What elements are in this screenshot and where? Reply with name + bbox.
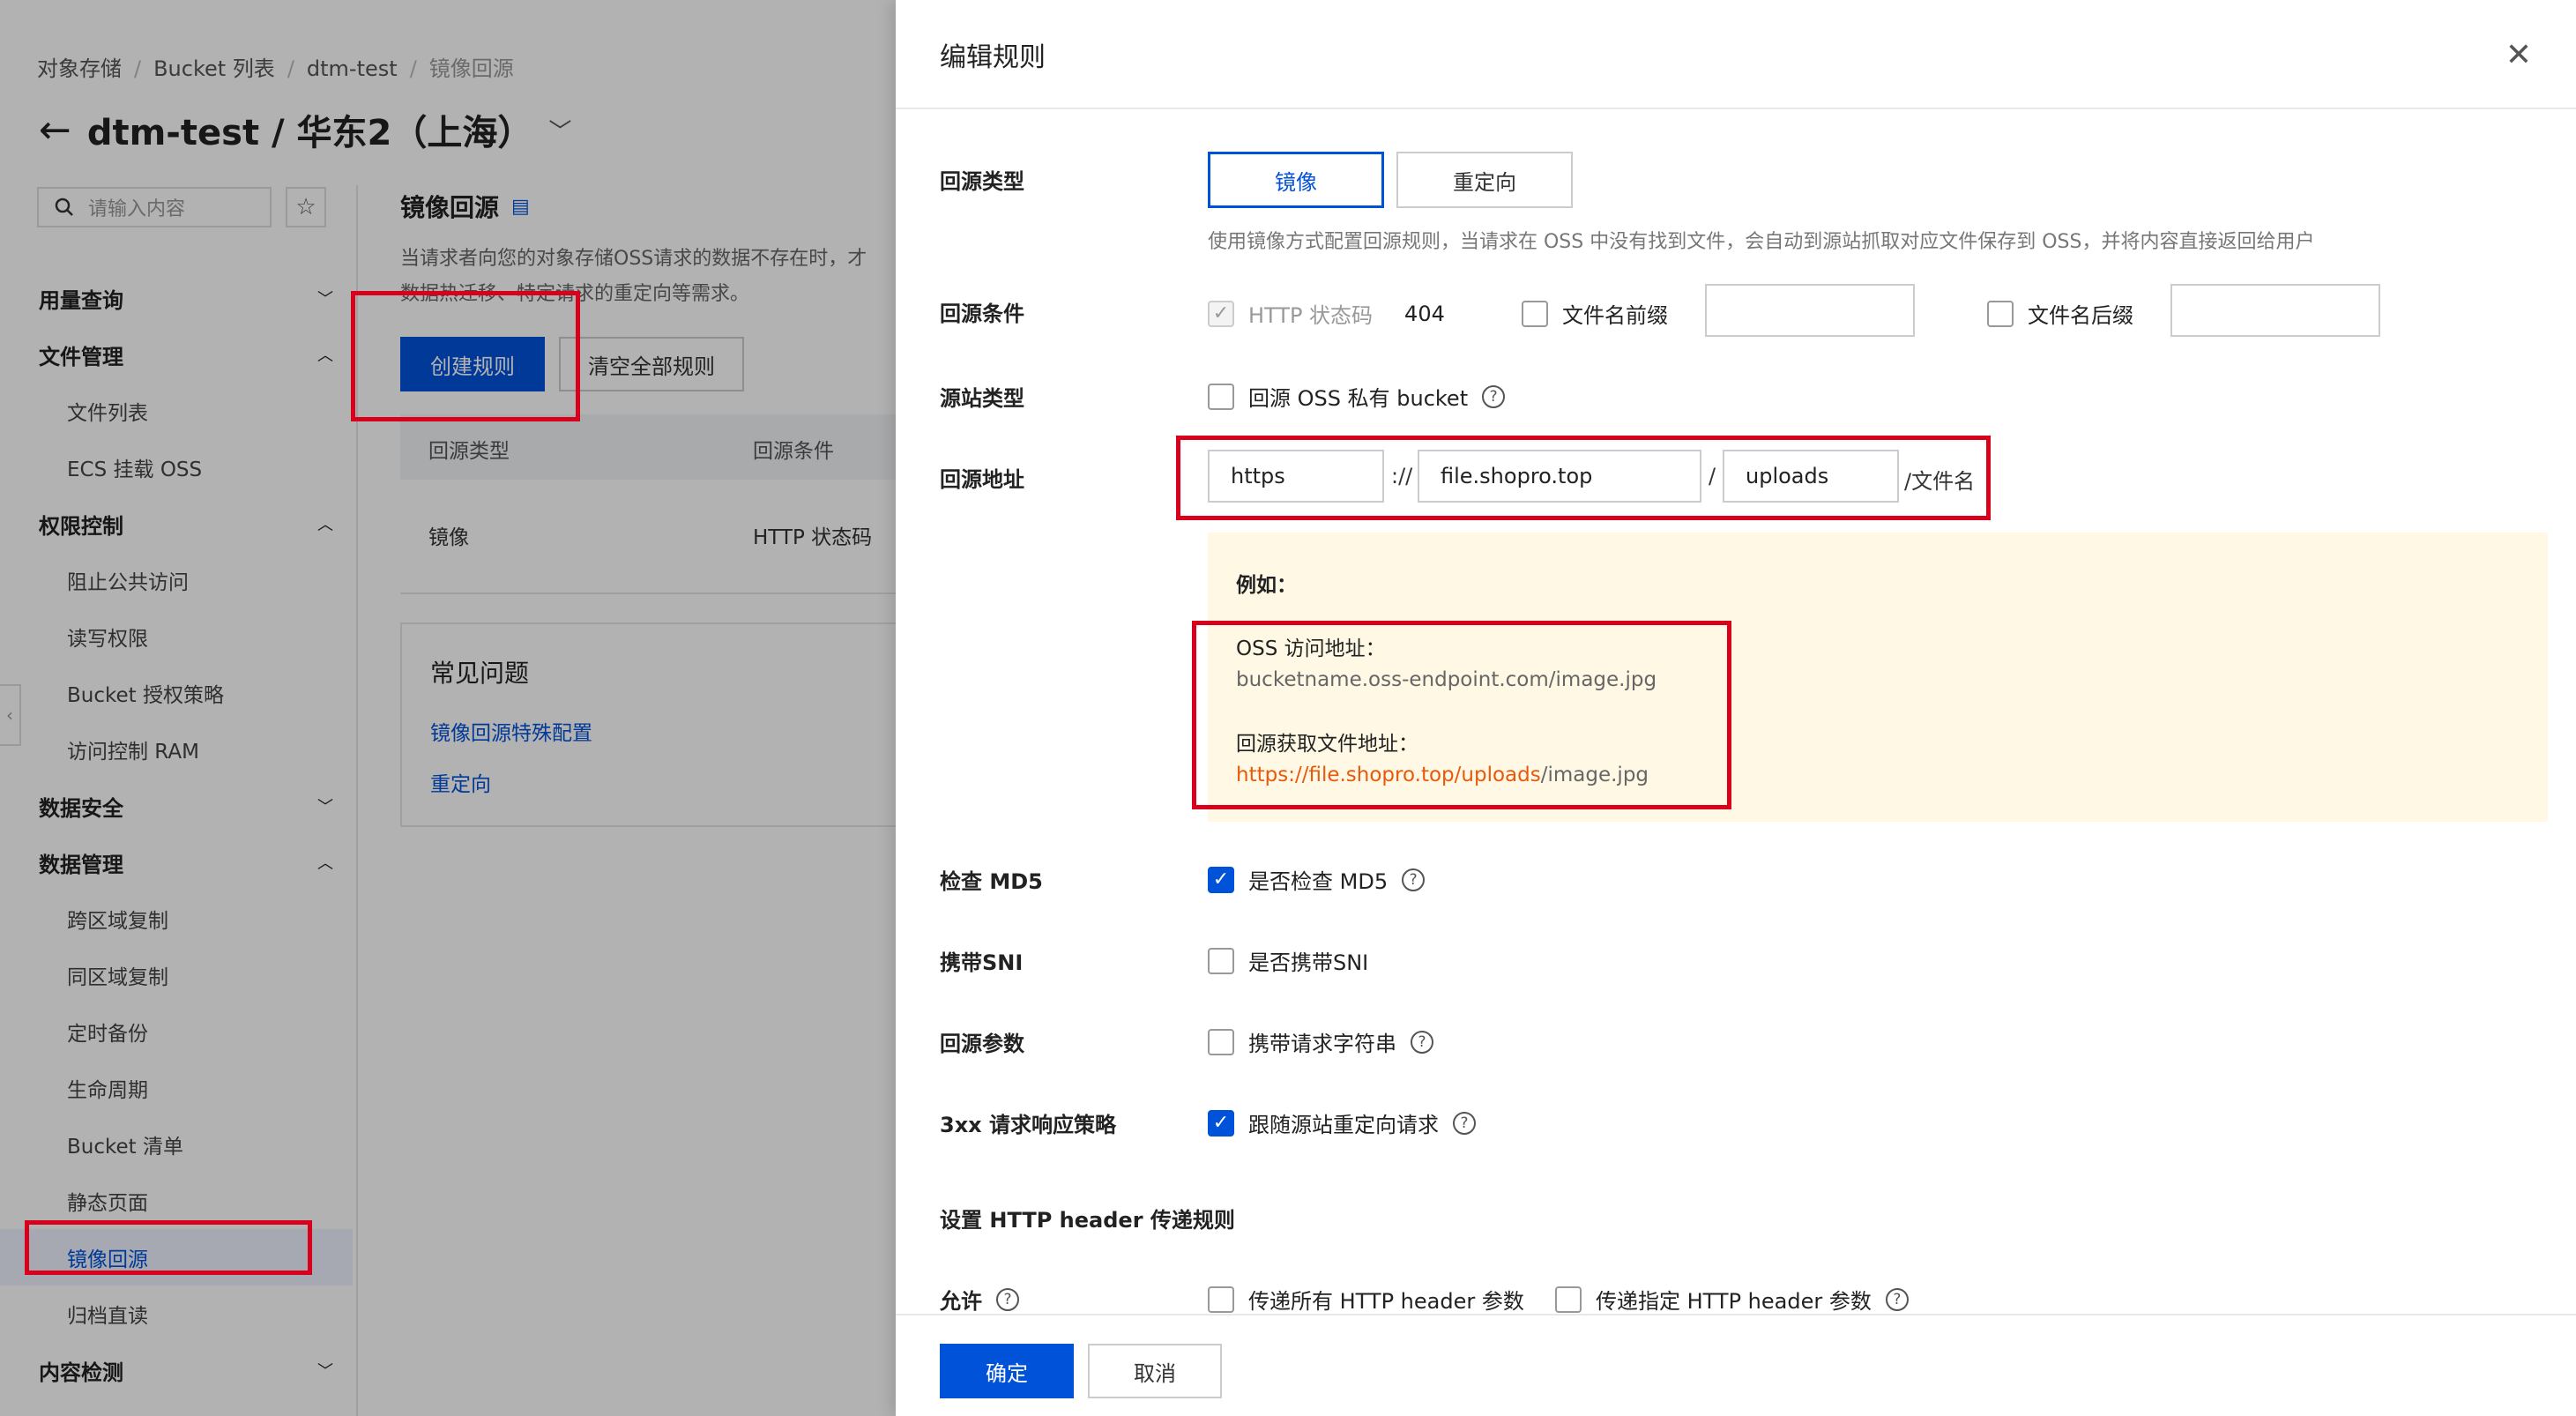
params-label: 回源参数 [940, 1032, 1024, 1056]
query-string-checkbox[interactable]: 携带请求字符串 ? [1208, 1026, 1433, 1057]
checkbox[interactable] [1208, 383, 1234, 410]
origin-type-label: 回源类型 [940, 169, 1024, 194]
footer-divider [896, 1314, 2576, 1315]
checkbox[interactable] [1208, 1286, 1234, 1313]
checkbox[interactable] [1208, 947, 1234, 974]
origin-condition-label: 回源条件 [940, 302, 1024, 326]
help-icon[interactable]: ? [1885, 1287, 1909, 1311]
origin-address-label: 回源地址 [940, 467, 1024, 492]
suffix-input[interactable] [2170, 284, 2380, 337]
divider [896, 108, 2576, 109]
checkbox-disabled-checked: ✓ [1208, 300, 1234, 327]
private-bucket-label: 回源 OSS 私有 bucket [1248, 386, 1469, 411]
redirect-3xx-label: 3xx 请求响应策略 [940, 1113, 1117, 1137]
http-status-label: HTTP 状态码 [1248, 303, 1374, 328]
checkbox-checked[interactable]: ✓ [1208, 866, 1234, 893]
query-string-option: 携带请求字符串 [1248, 1032, 1396, 1056]
allow-label: 允许 [940, 1289, 982, 1314]
origin-type-redirect-button[interactable]: 重定向 [1396, 152, 1573, 208]
pass-specific-headers-option: 传递指定 HTTP header 参数 [1596, 1289, 1872, 1314]
origin-type-mirror-button[interactable]: 镜像 [1208, 152, 1384, 208]
highlight-box [1192, 621, 1731, 809]
header-section-title: 设置 HTTP header 传递规则 [940, 1208, 1235, 1233]
background-page: 对象存储 / Bucket 列表 / dtm-test / 镜像回源 ← dtm-test … [0, 0, 896, 1416]
cancel-button[interactable]: 取消 [1088, 1344, 1222, 1398]
highlight-box [1176, 436, 1991, 520]
checkbox[interactable] [1522, 300, 1548, 327]
prefix-input[interactable] [1705, 284, 1915, 337]
modal-mask[interactable] [0, 0, 896, 1416]
sni-checkbox[interactable]: 是否携带SNI [1208, 945, 1368, 976]
help-icon[interactable]: ? [1411, 1030, 1433, 1054]
help-icon[interactable]: ? [996, 1287, 1019, 1311]
suffix-checkbox[interactable]: 文件名后缀 [1987, 298, 2133, 329]
highlight-box [351, 291, 580, 421]
confirm-button[interactable]: 确定 [940, 1344, 1074, 1398]
checkbox[interactable] [1987, 300, 2014, 327]
edit-rule-drawer: 编辑规则 ✕ 回源类型 镜像 重定向 使用镜像方式配置回源规则，当请求在 OSS… [896, 0, 2576, 1416]
help-icon[interactable]: ? [1453, 1111, 1476, 1135]
checkbox[interactable] [1208, 1028, 1234, 1055]
sni-option: 是否携带SNI [1248, 950, 1369, 975]
http-status-checkbox: ✓ HTTP 状态码 404 [1208, 298, 1445, 329]
allow-label-row: 允许 ? [940, 1284, 1019, 1315]
pass-all-headers-option: 传递所有 HTTP header 参数 [1248, 1289, 1524, 1314]
drawer-title: 编辑规则 [940, 42, 1046, 73]
follow-redirect-checkbox[interactable]: ✓ 跟随源站重定向请求 ? [1208, 1107, 1476, 1138]
check-md5-checkbox[interactable]: ✓ 是否检查 MD5 ? [1208, 864, 1426, 895]
close-icon[interactable]: ✕ [2505, 37, 2532, 73]
example-title: 例如： [1236, 574, 1297, 597]
pass-all-headers-checkbox[interactable]: 传递所有 HTTP header 参数 [1208, 1284, 1524, 1315]
pass-specific-headers-checkbox[interactable]: 传递指定 HTTP header 参数 ? [1555, 1284, 1909, 1315]
checkbox-checked[interactable]: ✓ [1208, 1109, 1234, 1137]
private-bucket-checkbox[interactable]: 回源 OSS 私有 bucket ? [1208, 381, 1506, 412]
http-status-value: 404 [1404, 301, 1445, 326]
prefix-label: 文件名前缀 [1562, 303, 1668, 328]
checkbox[interactable] [1555, 1286, 1582, 1313]
source-type-label: 源站类型 [940, 386, 1024, 411]
follow-redirect-option: 跟随源站重定向请求 [1248, 1113, 1439, 1137]
suffix-label: 文件名后缀 [2028, 303, 2133, 328]
check-md5-option: 是否检查 MD5 [1248, 869, 1389, 894]
help-icon[interactable]: ? [1402, 868, 1426, 891]
highlight-box [25, 1220, 312, 1275]
help-icon[interactable]: ? [1482, 384, 1506, 408]
sni-label: 携带SNI [940, 950, 1024, 975]
prefix-checkbox[interactable]: 文件名前缀 [1522, 298, 1668, 329]
origin-type-description: 使用镜像方式配置回源规则，当请求在 OSS 中没有找到文件，会自动到源站抓取对应… [1208, 231, 2315, 253]
check-md5-label: 检查 MD5 [940, 869, 1043, 894]
